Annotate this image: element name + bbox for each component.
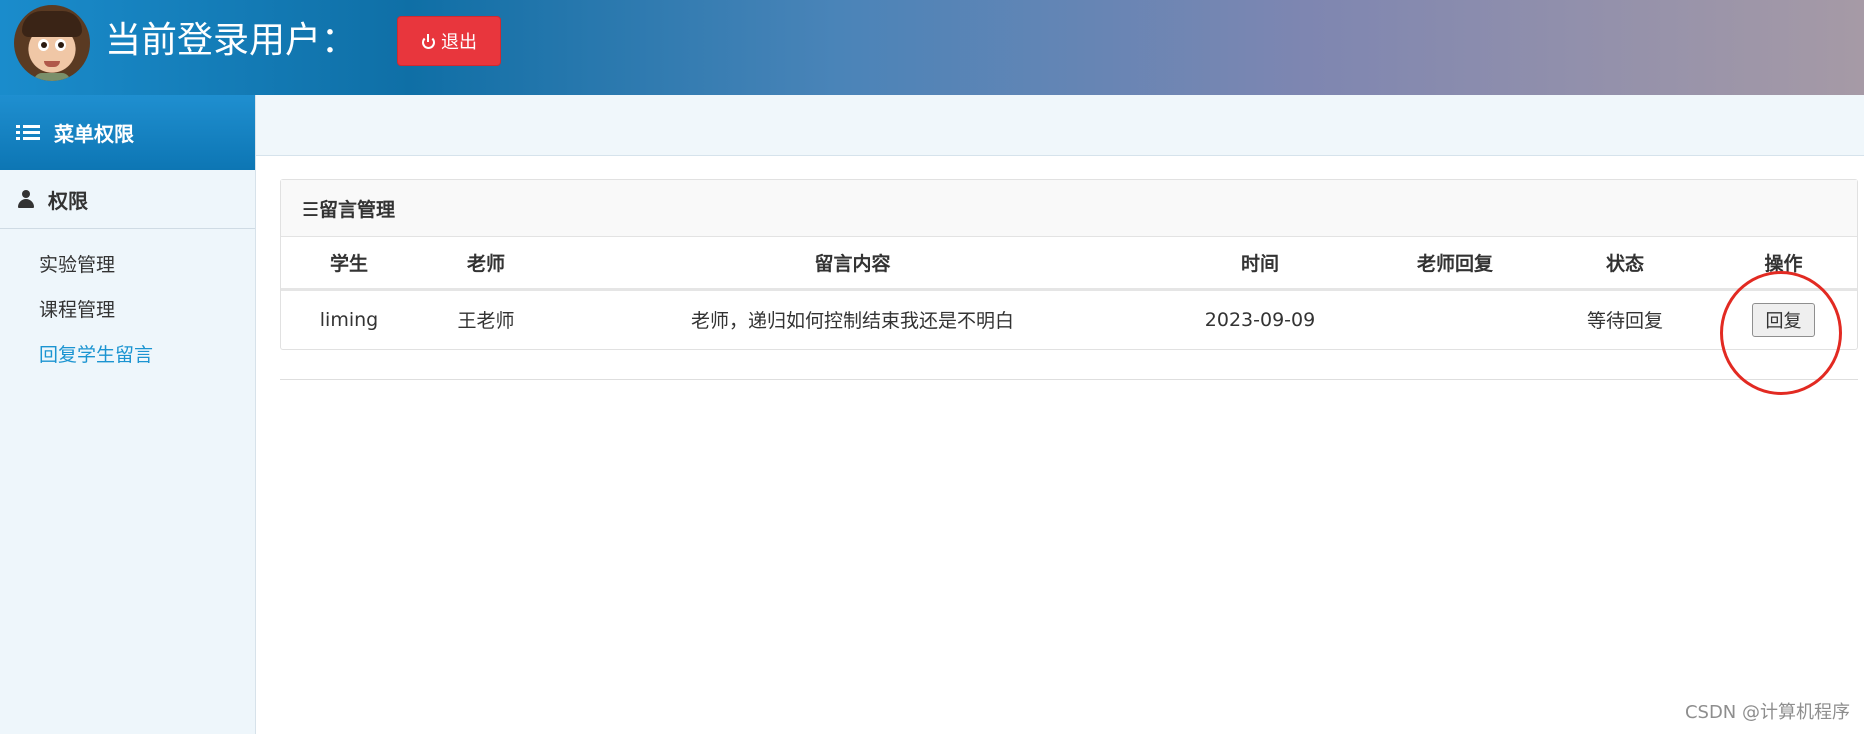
sidebar-item-experiment-management[interactable]: 实验管理 bbox=[0, 243, 255, 288]
menu-header: 菜单权限 bbox=[0, 95, 255, 170]
column-header-time: 时间 bbox=[1150, 237, 1370, 291]
watermark: CSDN @计算机程序 bbox=[1684, 702, 1850, 723]
content-top-bar bbox=[256, 95, 1864, 156]
cell-content: 老师，递归如何控制结束我还是不明白 bbox=[690, 310, 1014, 333]
avatar bbox=[14, 5, 90, 81]
sidebar-nav: 实验管理 课程管理 回复学生留言 bbox=[0, 229, 255, 378]
column-header-teacher: 老师 bbox=[417, 237, 555, 291]
menu-title: 菜单权限 bbox=[54, 122, 134, 146]
annotation-circle bbox=[1720, 271, 1842, 395]
cell-student: liming bbox=[319, 308, 379, 331]
message-management-panel: ☰留言管理 学生 老师 留言内容 时间 老师回复 状态 操作 liming 王老… bbox=[280, 179, 1858, 350]
content-divider bbox=[280, 379, 1858, 380]
current-user-label: 当前登录用户： bbox=[105, 20, 358, 61]
sidebar-item-reply-messages[interactable]: 回复学生留言 bbox=[0, 333, 255, 378]
top-header: 当前登录用户： 退出 bbox=[0, 0, 1864, 95]
column-header-teacher-reply: 老师回复 bbox=[1370, 237, 1540, 291]
table-row: liming 王老师 老师，递归如何控制结束我还是不明白 2023-09-09 … bbox=[281, 289, 1857, 349]
column-header-status: 状态 bbox=[1540, 237, 1710, 291]
column-header-content: 留言内容 bbox=[555, 237, 1150, 291]
cell-teacher: 王老师 bbox=[457, 310, 515, 333]
logout-label: 退出 bbox=[441, 32, 477, 52]
messages-table: 学生 老师 留言内容 时间 老师回复 状态 操作 liming 王老师 老师，递… bbox=[281, 237, 1857, 349]
permission-group-header[interactable]: 权限 bbox=[0, 170, 255, 229]
logout-button[interactable]: 退出 bbox=[397, 16, 501, 66]
cell-time: 2023-09-09 bbox=[1204, 308, 1316, 331]
power-icon bbox=[421, 33, 436, 49]
cell-status: 等待回复 bbox=[1586, 310, 1663, 333]
column-header-student: 学生 bbox=[281, 237, 417, 291]
sidebar-item-course-management[interactable]: 课程管理 bbox=[0, 288, 255, 333]
table-header-row: 学生 老师 留言内容 时间 老师回复 状态 操作 bbox=[281, 237, 1857, 291]
sidebar: 菜单权限 权限 实验管理 课程管理 回复学生留言 bbox=[0, 95, 256, 734]
cell-teacher-reply bbox=[1370, 289, 1540, 349]
list-icon bbox=[16, 124, 40, 142]
panel-title: ☰留言管理 bbox=[281, 180, 1857, 237]
user-icon bbox=[18, 190, 34, 208]
group-title: 权限 bbox=[48, 188, 88, 213]
